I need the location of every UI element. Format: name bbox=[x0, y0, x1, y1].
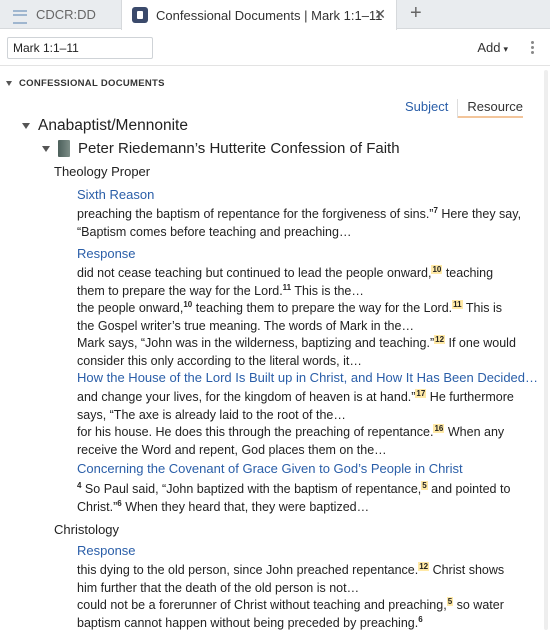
snippet-text: If one would bbox=[445, 336, 516, 350]
snippet-line: them to prepare the way for the Lord.11 … bbox=[77, 283, 529, 301]
footnote-marker-highlighted: 10 bbox=[431, 264, 443, 274]
footnote-marker: 11 bbox=[282, 282, 292, 292]
hit-title-link[interactable]: Response bbox=[77, 246, 136, 261]
snippet-line: this dying to the old person, since John… bbox=[77, 561, 529, 580]
group-label: Anabaptist/Mennonite bbox=[38, 117, 188, 134]
add-tab-icon[interactable]: + bbox=[410, 2, 422, 25]
snippet-line: for his house. He does this through the … bbox=[77, 423, 529, 442]
snippet-text: teaching bbox=[442, 266, 494, 280]
snippet-text: This is bbox=[462, 301, 502, 315]
view-toggle: Subject Resource bbox=[405, 99, 523, 118]
snippet-text: Christ.” bbox=[77, 499, 118, 514]
tree-book-node[interactable]: Peter Riedemann’s Hutterite Confession o… bbox=[42, 140, 400, 157]
footnote-marker-highlighted: 11 bbox=[452, 299, 463, 309]
snippet-line: the people onward,10 teaching them to pr… bbox=[77, 299, 529, 318]
snippet-line: could not be a forerunner of Christ with… bbox=[77, 596, 529, 615]
footnote-marker: 6 bbox=[418, 614, 423, 624]
footnote-marker: 10 bbox=[183, 299, 193, 309]
snippet-text: “Baptism comes before teaching and preac… bbox=[77, 224, 352, 239]
snippet-text: baptism cannot happen without being prec… bbox=[77, 615, 419, 630]
snippet-text: Christ shows bbox=[429, 563, 505, 577]
tab-confessional-documents[interactable]: Confessional Documents | Mark 1:1–11 ✕ bbox=[121, 0, 397, 30]
hit-snippet: preaching the baptism of repentance for … bbox=[77, 206, 529, 241]
reference-input[interactable] bbox=[7, 37, 153, 59]
snippet-text: for his house. He does this through the … bbox=[77, 425, 434, 439]
book-cover-icon bbox=[58, 140, 70, 157]
resource-view-link[interactable]: Resource bbox=[458, 99, 523, 118]
snippet-line: 4 So Paul said, “John baptized with the … bbox=[77, 480, 529, 499]
snippet-text: did not cease teaching but continued to … bbox=[77, 266, 432, 280]
add-button[interactable]: Add ▾ bbox=[477, 40, 508, 55]
snippet-text: When any bbox=[444, 425, 505, 439]
close-icon[interactable]: ✕ bbox=[374, 6, 386, 23]
scrollbar[interactable] bbox=[544, 70, 548, 630]
add-label: Add bbox=[477, 40, 501, 55]
expand-icon bbox=[42, 145, 50, 152]
hit-title-link[interactable]: How the House of the Lord Is Built up in… bbox=[77, 370, 538, 385]
tab-bar: CDCR:DD Confessional Documents | Mark 1:… bbox=[0, 0, 550, 30]
section-header[interactable]: CONFESSIONAL DOCUMENTS bbox=[6, 78, 165, 89]
snippet-text: Mark says, “John was in the wilderness, … bbox=[77, 336, 435, 350]
tab-label: CDCR:DD bbox=[36, 7, 96, 22]
hit-snippet: this dying to the old person, since John… bbox=[77, 561, 529, 633]
snippet-text: says, “The axe is already laid to the ro… bbox=[77, 407, 346, 422]
snippet-text: So Paul said, “John baptized with the ba… bbox=[81, 482, 422, 496]
subject-view-link[interactable]: Subject bbox=[405, 99, 459, 118]
footnote-marker-highlighted: 12 bbox=[434, 334, 446, 344]
hit-snippet: and change your lives, for the kingdom o… bbox=[77, 388, 529, 460]
more-options-icon[interactable] bbox=[528, 39, 536, 57]
snippet-line: baptism cannot happen without being prec… bbox=[77, 615, 529, 633]
snippet-text: He furthermore bbox=[426, 390, 514, 404]
hit-snippet: did not cease teaching but continued to … bbox=[77, 264, 529, 371]
snippet-text: them to prepare the way for the Lord. bbox=[77, 283, 283, 298]
category-heading: Christology bbox=[54, 522, 120, 537]
snippet-line: consider this only according to the lite… bbox=[77, 353, 529, 371]
chevron-down-icon: ▾ bbox=[503, 44, 508, 54]
snippet-line: the Gospel writer’s true meaning. The wo… bbox=[77, 318, 529, 336]
snippet-text: and change your lives, for the kingdom o… bbox=[77, 390, 416, 404]
hit-title-link[interactable]: Response bbox=[77, 543, 136, 558]
snippet-line: and change your lives, for the kingdom o… bbox=[77, 388, 529, 407]
snippet-line: “Baptism comes before teaching and preac… bbox=[77, 224, 529, 242]
snippet-text: so water bbox=[453, 598, 504, 612]
snippet-line: Mark says, “John was in the wilderness, … bbox=[77, 334, 529, 353]
hit-title-link[interactable]: Sixth Reason bbox=[77, 187, 154, 202]
footnote-marker-highlighted: 17 bbox=[415, 388, 427, 398]
tab-label: Confessional Documents | Mark 1:1–11 bbox=[156, 7, 383, 23]
snippet-line: Christ.”6 When they heard that, they wer… bbox=[77, 499, 529, 517]
tree-group-node[interactable]: Anabaptist/Mennonite bbox=[22, 117, 188, 135]
snippet-text: preaching the baptism of repentance for … bbox=[77, 207, 434, 221]
snippet-text: the people onward, bbox=[77, 301, 184, 315]
category-heading: Theology Proper bbox=[54, 164, 151, 179]
section-title: CONFESSIONAL DOCUMENTS bbox=[19, 78, 165, 89]
footnote-marker-highlighted: 16 bbox=[433, 423, 445, 433]
snippet-text: Here they say, bbox=[437, 207, 522, 221]
hit-title-link[interactable]: Concerning the Covenant of Grace Given t… bbox=[77, 461, 463, 476]
snippet-line: him further that the death of the old pe… bbox=[77, 580, 529, 598]
book-icon bbox=[132, 7, 148, 23]
collapse-icon bbox=[6, 81, 12, 86]
snippet-line: says, “The axe is already laid to the ro… bbox=[77, 407, 529, 425]
snippet-line: did not cease teaching but continued to … bbox=[77, 264, 529, 283]
snippet-line: receive the Word and repent, God places … bbox=[77, 442, 529, 460]
snippet-line: preaching the baptism of repentance for … bbox=[77, 206, 529, 224]
snippet-text: receive the Word and repent, God places … bbox=[77, 442, 387, 457]
snippet-text: this dying to the old person, since John… bbox=[77, 563, 419, 577]
snippet-text: When they heard that, they were baptized… bbox=[121, 499, 370, 514]
snippet-text: the Gospel writer’s true meaning. The wo… bbox=[77, 318, 414, 333]
snippet-text: could not be a forerunner of Christ with… bbox=[77, 598, 447, 612]
expand-icon bbox=[22, 123, 30, 129]
tab-cdcr-dd[interactable]: CDCR:DD bbox=[0, 0, 120, 29]
toolbar: Add▾ bbox=[0, 30, 550, 66]
hit-snippet: 4 So Paul said, “John baptized with the … bbox=[77, 480, 529, 517]
snippet-text: teaching them to prepare the way for the… bbox=[192, 301, 453, 315]
document-icon bbox=[12, 8, 28, 24]
snippet-text: and pointed to bbox=[427, 482, 511, 496]
footnote-marker-highlighted: 12 bbox=[418, 561, 430, 571]
snippet-text: This is the… bbox=[291, 283, 364, 298]
snippet-text: consider this only according to the lite… bbox=[77, 353, 362, 368]
snippet-text: him further that the death of the old pe… bbox=[77, 580, 360, 595]
book-label: Peter Riedemann’s Hutterite Confession o… bbox=[78, 140, 400, 157]
